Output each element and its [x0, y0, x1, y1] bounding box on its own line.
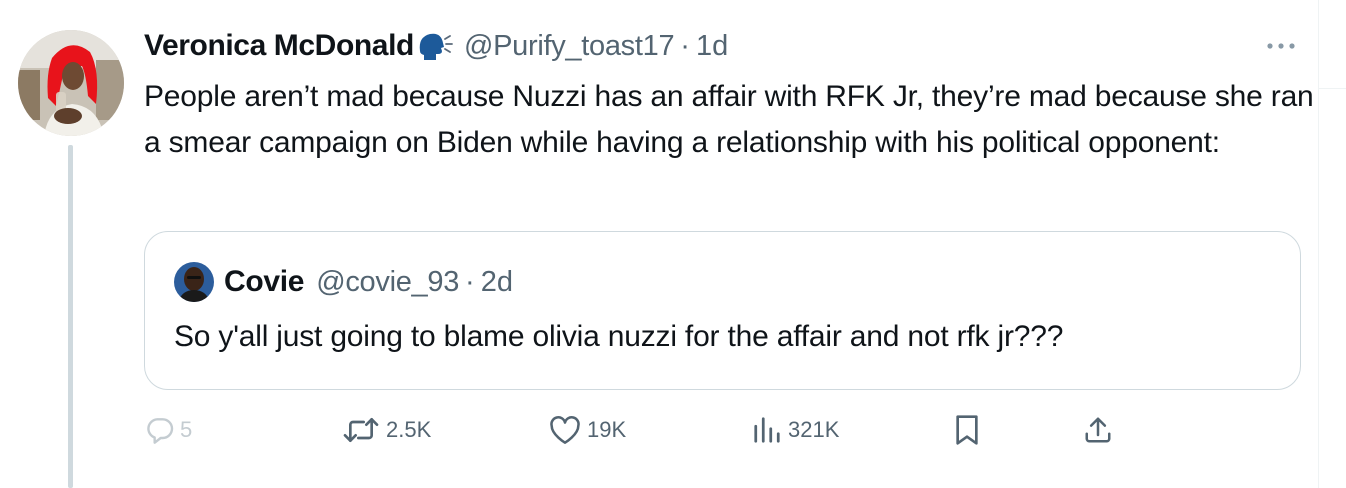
more-horizontal-icon	[1267, 43, 1295, 49]
bar-chart-icon	[754, 417, 780, 443]
tweet-header: Veronica McDonald @Purify_toast17 · 1d	[144, 26, 728, 66]
tweet-timestamp[interactable]: 1d	[696, 30, 728, 63]
quoted-author-display-name[interactable]: Covie	[224, 265, 305, 299]
bookmark-button[interactable]	[953, 410, 981, 450]
reply-count: 5	[180, 417, 193, 442]
bookmark-icon	[956, 415, 978, 445]
right-column-divider	[1318, 0, 1319, 488]
quoted-tweet-header: Covie @covie_93 · 2d	[174, 262, 513, 302]
share-upload-icon	[1085, 417, 1111, 443]
share-button[interactable]	[1083, 410, 1113, 450]
quoted-tweet-timestamp[interactable]: 2d	[481, 266, 513, 299]
view-count: 321K	[788, 417, 840, 442]
author-avatar[interactable]	[18, 30, 124, 136]
quoted-tweet-text: So y'all just going to blame olivia nuzz…	[174, 320, 1064, 353]
more-options-button[interactable]	[1262, 32, 1300, 60]
quoted-header-separator: ·	[465, 265, 475, 298]
quoted-tweet-card[interactable]: Covie @covie_93 · 2d So y'all just going…	[144, 231, 1301, 390]
header-separator: ·	[680, 29, 690, 62]
repost-arrows-icon	[343, 418, 379, 442]
author-handle[interactable]: @Purify_toast17	[464, 30, 675, 63]
speaking-head-emoji-icon	[416, 29, 454, 63]
repost-count: 2.5K	[386, 417, 432, 442]
repost-button[interactable]: 2.5K	[342, 410, 431, 450]
heart-icon	[550, 416, 580, 444]
thread-connector-line	[68, 145, 73, 488]
like-button[interactable]: 19K	[549, 410, 626, 450]
quoted-author-handle[interactable]: @covie_93	[316, 266, 459, 299]
like-count: 19K	[587, 417, 627, 442]
tweet-body-text: People aren’t mad because Nuzzi has an a…	[144, 80, 1314, 159]
author-display-name[interactable]: Veronica McDonald	[144, 29, 414, 63]
reply-bubble-icon	[147, 418, 174, 444]
reply-button[interactable]: 5	[144, 410, 192, 450]
views-button[interactable]: 321K	[752, 410, 839, 450]
right-panel-edge	[1319, 88, 1346, 89]
quoted-author-avatar[interactable]	[174, 262, 214, 302]
